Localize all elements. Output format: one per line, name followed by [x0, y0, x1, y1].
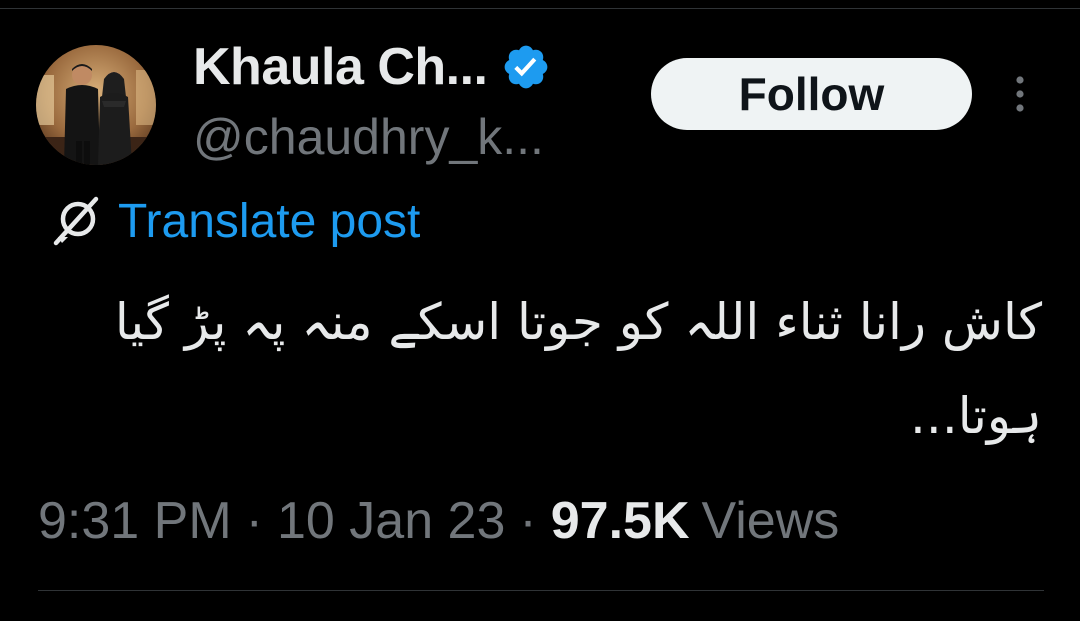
meta-separator: · — [245, 492, 263, 550]
meta-separator: · — [519, 492, 537, 550]
translate-globe-icon — [53, 196, 99, 246]
avatar-photo — [36, 45, 156, 165]
author-handle[interactable]: @chaudhry_k... — [193, 108, 544, 166]
more-vertical-icon[interactable] — [1008, 74, 1032, 114]
post-date[interactable]: 10 Jan 23 — [277, 491, 505, 551]
top-divider — [0, 8, 1080, 9]
views-count[interactable]: 97.5K — [551, 491, 690, 551]
post-meta: 9:31 PM · 10 Jan 23 · 97.5K Views — [38, 488, 839, 554]
author-name-row[interactable]: Khaula Ch... — [193, 36, 551, 98]
translate-post-row[interactable]: Translate post — [48, 192, 420, 250]
translate-post-link[interactable]: Translate post — [118, 194, 420, 249]
post-time[interactable]: 9:31 PM — [38, 491, 232, 551]
views-label[interactable]: Views — [702, 491, 840, 551]
follow-button[interactable]: Follow — [651, 58, 972, 130]
bottom-divider — [38, 590, 1044, 591]
post-text: کاش رانا ثناء اللہ کو جوتا اسکے منہ پہ پ… — [114, 293, 1042, 445]
avatar[interactable] — [36, 45, 156, 165]
verified-badge-icon — [505, 45, 548, 89]
display-name[interactable]: Khaula Ch... — [193, 37, 488, 97]
